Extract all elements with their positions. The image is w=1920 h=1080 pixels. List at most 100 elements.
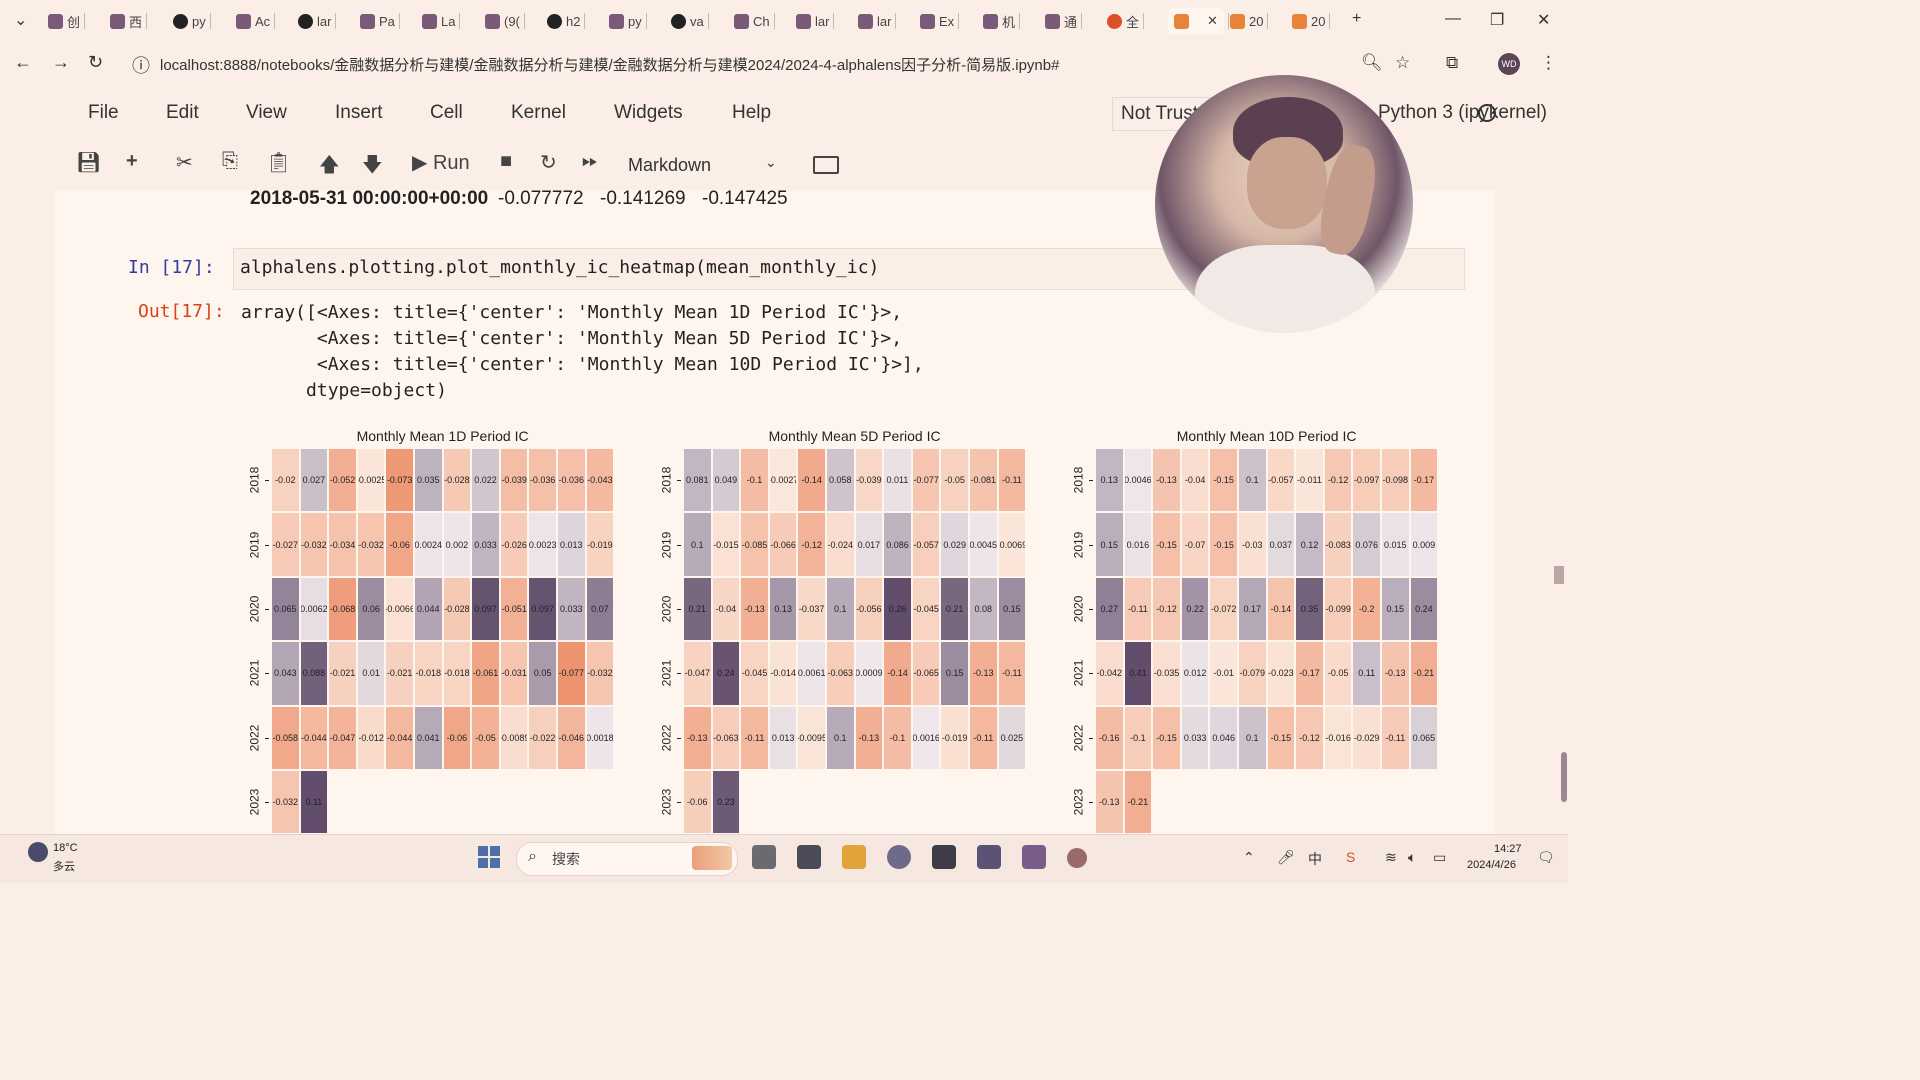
heatmap-cell: -0.2 <box>1352 576 1381 642</box>
browser-tab[interactable]: 通 <box>1045 8 1083 34</box>
code-line[interactable]: alphalens.plotting.plot_monthly_ic_heatm… <box>240 257 879 278</box>
heatmap-year-label: 2022 <box>659 724 674 752</box>
heatmap-cell: 0.0061 <box>797 641 826 706</box>
tab-divider <box>707 13 709 29</box>
close-tab-icon[interactable]: ✕ <box>1207 13 1218 29</box>
task-view-icon[interactable] <box>797 845 821 869</box>
heatmap-cell: -0.21 <box>1409 641 1439 706</box>
browser-tab[interactable]: va <box>671 8 709 34</box>
browser-tab[interactable]: La <box>422 8 461 34</box>
browser-tab[interactable]: 创 <box>48 8 86 34</box>
clock-time[interactable]: 14:27 <box>1494 843 1522 855</box>
search-icon[interactable]: ⌕ <box>528 848 537 866</box>
wps-icon[interactable] <box>1022 845 1046 869</box>
scrollbar[interactable] <box>1552 190 1568 834</box>
browser-tab[interactable]: ✕ <box>1168 8 1229 34</box>
notifications-icon[interactable]: 🗨︎ <box>1537 849 1555 866</box>
heatmap-cell: -0.031 <box>499 641 529 706</box>
url-field[interactable]: localhost:8888/notebooks/金融数据分析与建模/金融数据分… <box>160 54 1059 75</box>
weather-temperature[interactable]: 18°C <box>53 842 78 854</box>
cell-type-select[interactable]: Markdown <box>620 150 788 180</box>
browser-tab[interactable]: py <box>609 8 647 34</box>
input-method-icon[interactable]: 中 <box>1308 849 1322 869</box>
scrollbar-marker[interactable] <box>1554 566 1564 584</box>
app-icon[interactable] <box>977 845 1001 869</box>
browser-tab[interactable]: Ch <box>734 8 775 34</box>
browser-tab[interactable]: lar <box>796 8 835 34</box>
run-button[interactable]: ▶ Run <box>412 150 470 175</box>
paste-icon[interactable]: 📋︎ <box>266 150 291 175</box>
minimize-icon[interactable]: — <box>1445 10 1461 28</box>
browser-tab[interactable]: 西 <box>110 8 148 34</box>
browser-tab[interactable]: Ex <box>920 8 960 34</box>
tab-search-chevron-icon[interactable]: ⌄ <box>14 10 27 30</box>
chevron-down-icon[interactable]: ⌄ <box>765 154 777 171</box>
heatmap-cell: 0.15 <box>940 641 969 706</box>
profile-avatar[interactable]: WD <box>1498 53 1520 75</box>
scrollbar-thumb[interactable] <box>1561 752 1567 802</box>
command-palette-keyboard-icon[interactable] <box>813 156 839 174</box>
terminal-icon[interactable] <box>932 845 956 869</box>
restart-icon[interactable]: ↻ <box>540 150 557 175</box>
browser-tab[interactable]: py <box>173 8 211 34</box>
menu-edit[interactable]: Edit <box>166 102 199 124</box>
browser-tab[interactable]: lar <box>858 8 897 34</box>
save-icon[interactable]: 💾︎ <box>76 150 101 175</box>
browser-tab[interactable]: 全 <box>1107 8 1145 34</box>
heatmap-cell: 0.043 <box>271 641 300 706</box>
restart-run-all-icon[interactable]: ⏩︎ <box>582 150 598 173</box>
clock-date[interactable]: 2024/4/26 <box>1467 859 1516 871</box>
heatmap-cell: 0.011 <box>883 448 912 513</box>
browser-tab[interactable]: h2 <box>547 8 586 34</box>
move-up-icon[interactable]: 🡅 <box>319 150 340 184</box>
microphone-icon[interactable]: 🎤︎ <box>1277 849 1295 866</box>
menu-kernel[interactable]: Kernel <box>511 102 566 124</box>
wifi-icon[interactable]: ≋ <box>1385 849 1397 866</box>
heatmap-cell: 0.013 <box>768 705 798 770</box>
restore-icon[interactable]: ❐ <box>1490 10 1504 30</box>
move-down-icon[interactable]: 🡇 <box>362 150 383 184</box>
chrome-icon[interactable] <box>887 845 911 869</box>
site-info-icon[interactable]: ⓘ <box>132 52 150 78</box>
file-explorer-icon[interactable] <box>752 845 776 869</box>
browser-tab[interactable]: Pa <box>360 8 400 34</box>
bookmark-star-icon[interactable]: ☆ <box>1395 53 1410 73</box>
menu-cell[interactable]: Cell <box>430 102 463 124</box>
browser-tab[interactable]: 机 <box>983 8 1021 34</box>
new-tab-button[interactable]: + <box>1352 10 1361 28</box>
interrupt-icon[interactable]: ■ <box>500 150 512 173</box>
volume-icon[interactable]: 🔈︎ <box>1408 849 1416 866</box>
back-icon[interactable]: ← <box>14 52 32 73</box>
weather-icon[interactable] <box>28 842 48 862</box>
menu-widgets[interactable]: Widgets <box>614 102 683 124</box>
browser-tab[interactable]: (9( <box>485 8 525 34</box>
heatmap-cell: -0.081 <box>969 448 998 513</box>
copy-icon[interactable]: ⎘ <box>222 150 238 173</box>
insert-cell-icon[interactable]: + <box>126 150 138 173</box>
heatmap-cell: -0.036 <box>528 448 557 513</box>
menu-help[interactable]: Help <box>732 102 771 124</box>
menu-view[interactable]: View <box>246 102 287 124</box>
menu-file[interactable]: File <box>88 102 119 124</box>
extensions-icon[interactable]: ⧉ <box>1446 53 1458 73</box>
forward-icon[interactable]: → <box>52 52 70 73</box>
reload-icon[interactable]: ↻ <box>88 52 103 73</box>
app-tray-icon[interactable]: S <box>1346 849 1355 865</box>
close-window-icon[interactable]: ✕ <box>1537 10 1550 30</box>
browser-tab[interactable]: 20 <box>1230 8 1269 34</box>
tray-overflow-chevron-icon[interactable]: ⌃ <box>1243 849 1255 866</box>
taskbar-search-placeholder[interactable]: 搜索 <box>552 849 580 869</box>
zoom-icon[interactable]: 🔍︎ <box>1361 53 1383 73</box>
weather-description[interactable]: 多云 <box>53 858 75 874</box>
more-menu-icon[interactable]: ⋮ <box>1540 53 1557 73</box>
start-menu-icon[interactable] <box>478 846 500 868</box>
browser-tab[interactable]: 20 <box>1292 8 1331 34</box>
browser-tab[interactable]: Ac <box>236 8 276 34</box>
battery-icon[interactable]: ▭ <box>1433 849 1446 866</box>
search-highlight-image[interactable] <box>692 846 732 870</box>
cut-icon[interactable]: ✂ <box>176 150 193 175</box>
browser-tab[interactable]: lar <box>298 8 337 34</box>
menu-insert[interactable]: Insert <box>335 102 383 124</box>
recorder-icon[interactable] <box>1067 848 1087 868</box>
folder-icon[interactable] <box>842 845 866 869</box>
